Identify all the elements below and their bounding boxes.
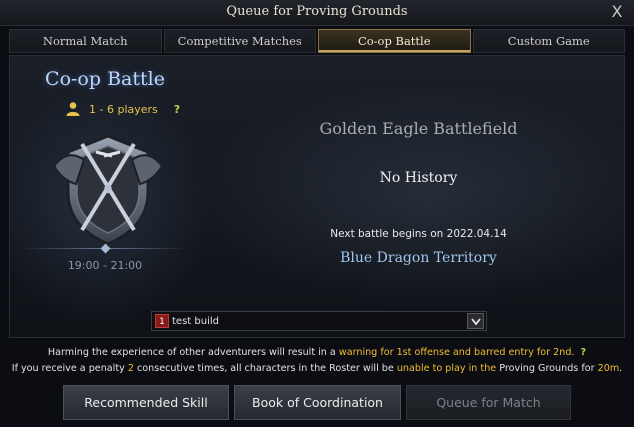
- schedule-time: 19:00 - 21:00: [67, 259, 143, 272]
- build-selected-value: test build: [172, 315, 219, 327]
- mode-title: Co-op Battle: [45, 68, 165, 90]
- notice-text: consecutive times, all characters in the…: [133, 363, 397, 374]
- window-title: Queue for Proving Grounds: [226, 4, 408, 19]
- notice-highlight: warning for 1st offense and barred entry…: [338, 347, 575, 358]
- queue-for-match-button[interactable]: Queue for Match: [406, 385, 571, 420]
- players-help-icon[interactable]: ?: [174, 103, 180, 116]
- tab-competitive-matches[interactable]: Competitive Matches: [163, 29, 316, 53]
- tab-co-op-battle[interactable]: Co-op Battle: [318, 29, 471, 53]
- tab-custom-game[interactable]: Custom Game: [472, 29, 625, 53]
- notice-text: If you receive a penalty: [11, 363, 128, 374]
- battlefield-name: Golden Eagle Battlefield: [319, 119, 518, 138]
- penalty-notice-line-2: If you receive a penalty 2 consecutive t…: [0, 363, 634, 374]
- crossed-swords-shield-icon: [52, 134, 164, 246]
- build-number-badge: 1: [155, 314, 169, 328]
- build-dropdown[interactable]: 1 test build: [151, 311, 487, 331]
- book-of-coordination-button[interactable]: Book of Coordination: [234, 385, 401, 420]
- notice-highlight: 20m: [597, 363, 620, 374]
- notice-text: Proving Grounds for: [496, 363, 598, 374]
- battle-history: No History: [379, 170, 458, 186]
- mode-tabs: Normal Match Competitive Matches Co-op B…: [9, 29, 625, 53]
- players-label: 1 - 6 players: [89, 102, 158, 116]
- recommended-skill-button[interactable]: Recommended Skill: [63, 385, 229, 420]
- title-bar: Queue for Proving Grounds X: [0, 0, 634, 26]
- next-battle-date: Next battle begins on 2022.04.14: [330, 228, 507, 240]
- player-count: 1 - 6 players ?: [65, 101, 180, 117]
- penalty-notice-line-1: Harming the experience of other adventur…: [0, 347, 634, 358]
- territory-name: Blue Dragon Territory: [340, 250, 497, 266]
- notice-help-icon[interactable]: ?: [581, 347, 587, 358]
- notice-text: Harming the experience of other adventur…: [47, 347, 339, 358]
- mode-summary: Co-op Battle 1 - 6 players ? 19:00 - 21:…: [10, 56, 200, 337]
- chevron-down-icon[interactable]: [467, 313, 484, 329]
- notice-text: .: [619, 363, 623, 374]
- person-icon: [66, 102, 80, 116]
- mode-panel: Co-op Battle 1 - 6 players ? 19:00 - 21:…: [9, 55, 625, 338]
- tab-normal-match[interactable]: Normal Match: [9, 29, 162, 53]
- notice-highlight: unable to play in the: [396, 363, 497, 374]
- close-icon[interactable]: X: [606, 1, 628, 23]
